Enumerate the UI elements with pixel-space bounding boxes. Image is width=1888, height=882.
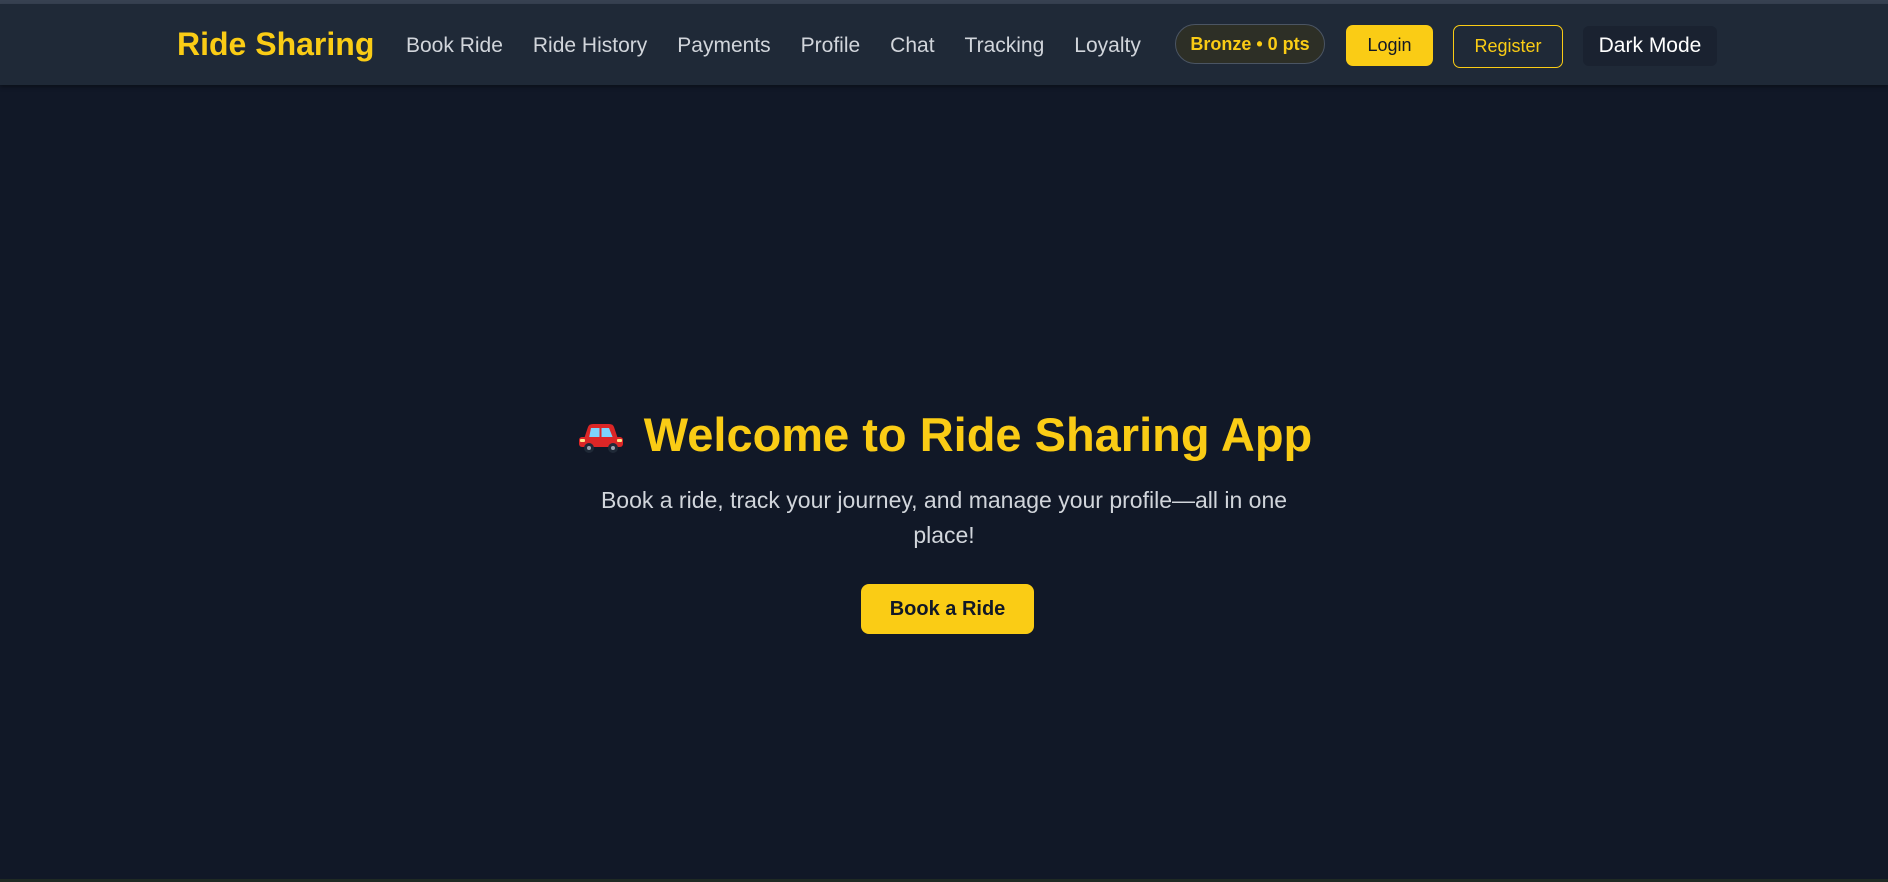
- dark-mode-toggle[interactable]: Dark Mode: [1583, 26, 1717, 66]
- hero-title: Welcome to Ride Sharing App: [643, 408, 1313, 461]
- nav-link-ride-history[interactable]: Ride History: [533, 34, 647, 58]
- register-button[interactable]: Register: [1453, 25, 1563, 68]
- loyalty-status-badge: Bronze • 0 pts: [1175, 24, 1325, 64]
- nav-link-payments[interactable]: Payments: [677, 34, 770, 58]
- brand-logo[interactable]: Ride Sharing: [177, 26, 374, 63]
- hero-title-row: Welcome to Ride Sharing App: [0, 407, 1888, 462]
- car-icon: [576, 419, 626, 455]
- nav-link-profile[interactable]: Profile: [801, 34, 861, 58]
- nav-link-loyalty[interactable]: Loyalty: [1074, 34, 1141, 58]
- nav-link-book-ride[interactable]: Book Ride: [406, 34, 503, 58]
- nav-links: Book Ride Ride History Payments Profile …: [406, 34, 1171, 58]
- nav-link-tracking[interactable]: Tracking: [965, 34, 1045, 58]
- nav-link-chat[interactable]: Chat: [890, 34, 934, 58]
- hero-section: Welcome to Ride Sharing App Book a ride,…: [0, 85, 1888, 882]
- login-button[interactable]: Login: [1346, 25, 1433, 66]
- navbar: Ride Sharing Book Ride Ride History Paym…: [0, 4, 1888, 85]
- hero-subtitle: Book a ride, track your journey, and man…: [600, 487, 1288, 548]
- book-a-ride-button[interactable]: Book a Ride: [861, 584, 1034, 634]
